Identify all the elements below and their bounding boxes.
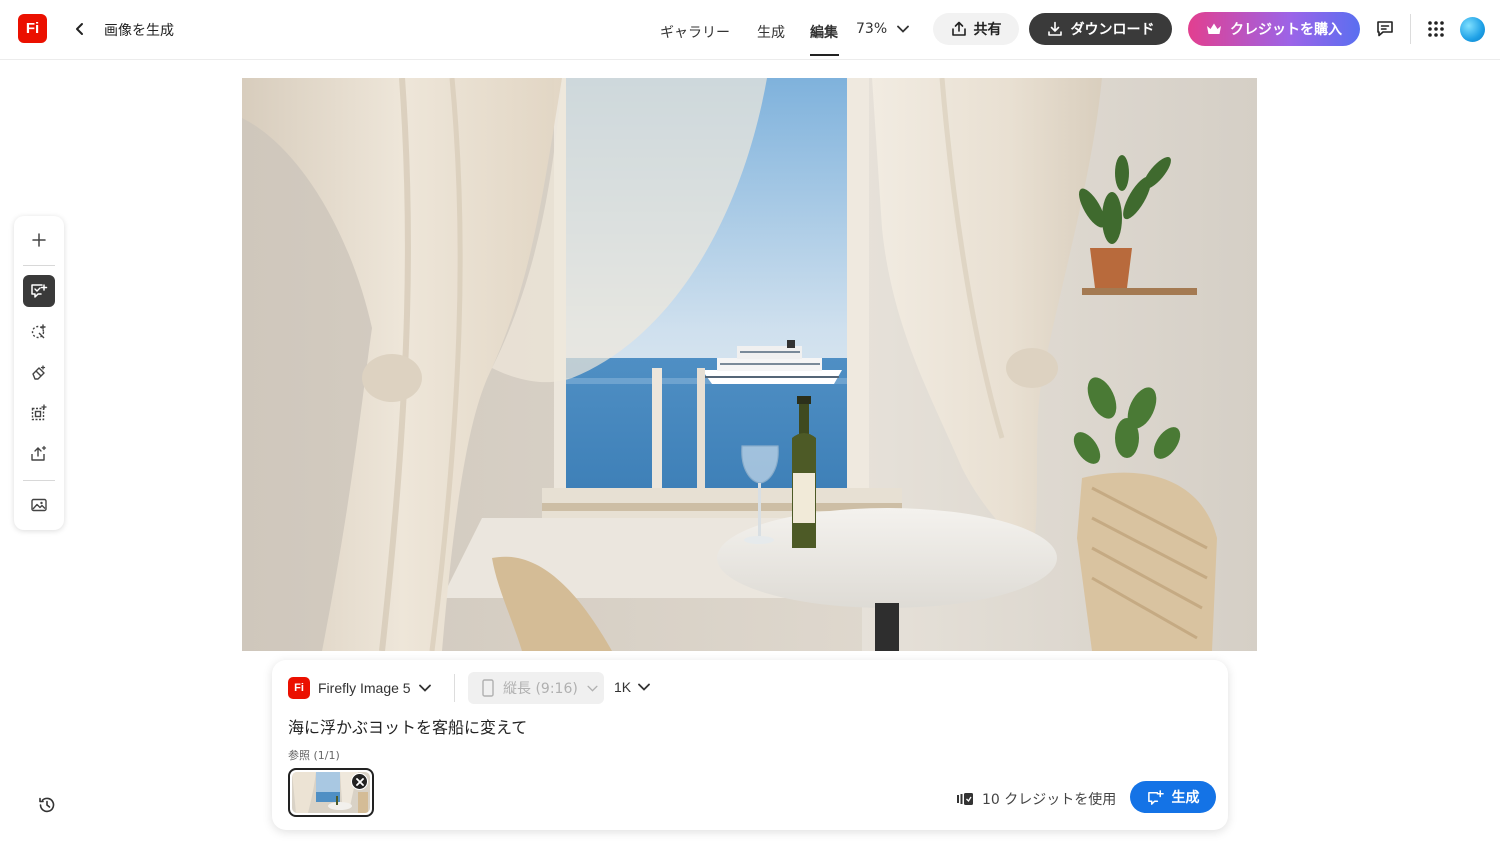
back-button[interactable] [70, 16, 90, 42]
credits-icon [957, 793, 973, 805]
download-label: ダウンロード [1070, 22, 1155, 38]
buy-credits-label: クレジットを購入 [1230, 22, 1342, 38]
toolbar-divider [23, 480, 55, 481]
add-icon [32, 233, 46, 247]
comment-icon [1377, 21, 1393, 37]
erase-tool-button[interactable] [23, 357, 55, 389]
firefly-model-logo: Fi [288, 677, 310, 699]
top-bar: Fi 画像を生成 ギャラリー 生成 編集 73% 共有 ダウンロード クレジット… [0, 0, 1500, 60]
expand-icon [31, 404, 47, 421]
share-button[interactable]: 共有 [933, 13, 1019, 45]
select-icon [31, 324, 46, 339]
aspect-ratio-dropdown[interactable]: 縦長 (9:16) [468, 672, 604, 704]
prompt-panel: Fi Firefly Image 5 縦長 (9:16) 1K 海に浮かぶヨット… [272, 660, 1228, 830]
apps-button[interactable] [1423, 16, 1449, 42]
chevron-down-icon [418, 684, 431, 692]
close-icon [355, 777, 364, 786]
download-button[interactable]: ダウンロード [1029, 13, 1172, 45]
upscale-tool-button[interactable] [23, 438, 55, 470]
tab-generate[interactable]: 生成 [757, 22, 785, 42]
firefly-logo[interactable]: Fi [18, 14, 47, 43]
prompt-edit-tool-button[interactable] [23, 275, 55, 307]
generated-image [242, 78, 1257, 651]
zoom-value: 73% [856, 21, 888, 37]
share-label: 共有 [973, 22, 1002, 38]
chevron-down-icon [638, 683, 651, 691]
edit-toolbar [14, 216, 64, 530]
page-title: 画像を生成 [104, 23, 174, 39]
header-divider [1410, 14, 1411, 44]
history-button[interactable] [32, 790, 62, 820]
select-tool-button[interactable] [23, 316, 55, 348]
tab-edit[interactable]: 編集 [810, 22, 838, 42]
expand-tool-button[interactable] [23, 397, 55, 429]
user-avatar[interactable] [1460, 17, 1485, 42]
resolution-dropdown[interactable]: 1K [614, 679, 651, 695]
generate-button[interactable]: 生成 [1130, 781, 1216, 813]
prompt-edit-icon [31, 284, 48, 298]
model-name: Firefly Image 5 [318, 680, 411, 696]
toolbar-divider [23, 265, 55, 266]
chevron-down-icon [587, 685, 598, 692]
image-icon [31, 498, 47, 512]
image-canvas[interactable] [242, 78, 1257, 651]
crown-icon [1207, 23, 1221, 34]
zoom-dropdown[interactable]: 73% [856, 21, 910, 37]
feedback-button[interactable] [1372, 16, 1398, 42]
generate-label: 生成 [1171, 790, 1200, 806]
remove-reference-button[interactable] [351, 773, 368, 790]
active-tab-indicator [810, 54, 839, 56]
erase-icon [32, 365, 46, 380]
credits-info: 10 クレジットを使用 [956, 789, 1116, 809]
download-icon [1047, 21, 1062, 36]
chevron-left-icon [76, 23, 83, 35]
buy-credits-button[interactable]: クレジットを購入 [1188, 12, 1360, 46]
aspect-ratio-value: 縦長 (9:16) [503, 681, 578, 697]
panel-divider [454, 674, 455, 702]
resolution-value: 1K [614, 679, 632, 695]
image-tool-button[interactable] [23, 489, 55, 521]
share-icon [951, 21, 966, 36]
chevron-down-icon [897, 25, 910, 33]
upscale-icon [31, 445, 47, 461]
add-tool-button[interactable] [23, 224, 55, 256]
model-dropdown[interactable]: Fi Firefly Image 5 [288, 677, 431, 699]
history-icon [39, 797, 55, 813]
portrait-ratio-icon [482, 679, 494, 697]
credits-text: 10 クレジットを使用 [982, 792, 1117, 808]
prompt-input[interactable]: 海に浮かぶヨットを客船に変えて [288, 714, 527, 738]
reference-label: 参照 (1/1) [288, 749, 340, 762]
generate-icon [1147, 789, 1164, 805]
apps-grid-icon [1428, 21, 1444, 37]
tab-gallery[interactable]: ギャラリー [660, 22, 730, 42]
